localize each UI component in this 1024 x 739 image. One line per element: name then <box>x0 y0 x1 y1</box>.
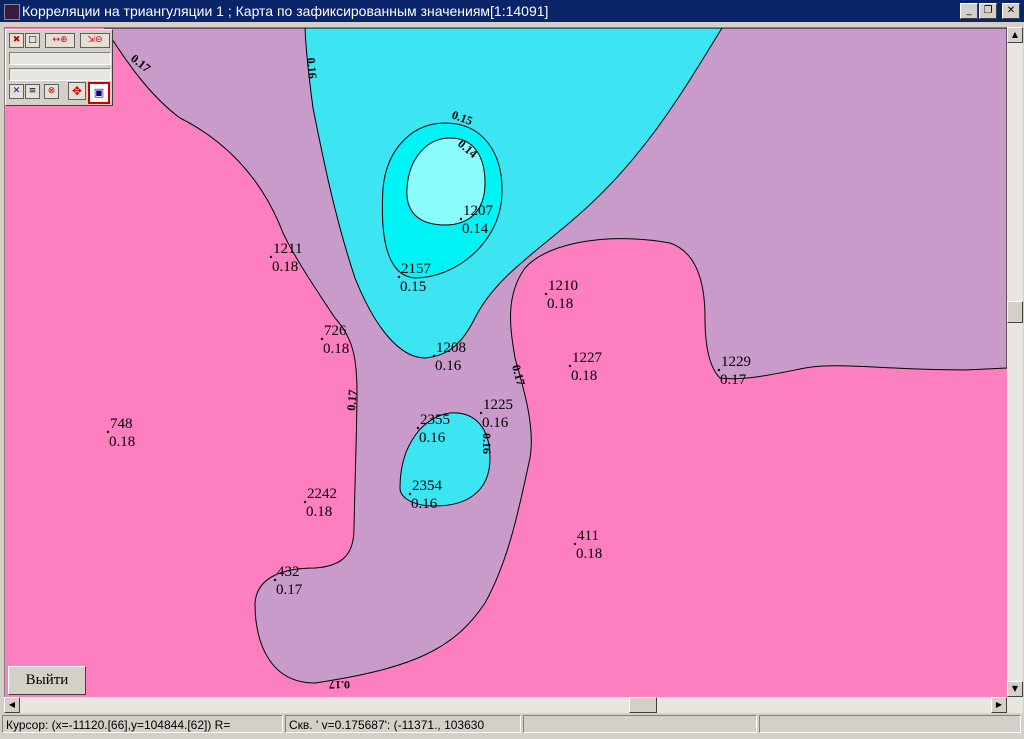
well-marker[interactable] <box>432 354 436 358</box>
well-marker[interactable] <box>544 292 548 296</box>
well-marker[interactable] <box>106 430 110 434</box>
well-value-label: 0.18 <box>571 368 597 384</box>
well-id-label: 1208 <box>436 340 466 356</box>
status-panel-3 <box>523 715 757 733</box>
well-id-label: 2355 <box>420 412 450 428</box>
pan-zoom-icon[interactable]: ↔⊕ <box>45 33 75 48</box>
scroll-left-icon[interactable]: ◀ <box>4 697 20 713</box>
close-small-icon[interactable]: ✕ <box>9 84 24 99</box>
contour-label: 0.16 <box>480 433 494 454</box>
well-id-label: 2354 <box>412 478 443 494</box>
toolbox-field-2[interactable] <box>9 68 111 81</box>
well-marker[interactable] <box>397 275 401 279</box>
contour-label: 0.17 <box>329 678 350 692</box>
well-value-label: 0.18 <box>576 546 602 562</box>
well-marker[interactable] <box>269 255 273 259</box>
well-value-label: 0.16 <box>482 415 509 431</box>
window-title: Корреляции на триангуляции 1 ; Карта по … <box>22 3 549 19</box>
well-id-label: 1229 <box>721 354 751 370</box>
app-icon <box>4 4 20 20</box>
target-icon[interactable]: ✥ <box>68 82 86 100</box>
well-id-label: 2157 <box>401 261 432 277</box>
contour-map-svg: 0.17 0.16 0.15 0.14 0.17 0.17 0.16 0.17 … <box>5 28 1007 697</box>
minimize-button[interactable]: _ <box>960 3 978 19</box>
title-bar: Корреляции на триангуляции 1 ; Карта по … <box>0 0 1024 22</box>
stop-icon[interactable]: ⊗ <box>44 84 59 99</box>
vertical-scrollbar[interactable]: ▲ ▼ <box>1007 27 1023 713</box>
well-value-label: 0.15 <box>400 279 426 295</box>
zoom-out-icon[interactable]: ⇲⊖ <box>80 33 110 48</box>
well-value-label: 0.17 <box>276 582 303 598</box>
exit-button[interactable]: Выйти <box>8 666 86 695</box>
scroll-up-icon[interactable]: ▲ <box>1007 27 1023 43</box>
well-id-label: 432 <box>277 564 300 580</box>
well-value-label: 0.18 <box>547 296 573 312</box>
well-value-label: 0.16 <box>435 358 462 374</box>
well-marker[interactable] <box>573 542 577 546</box>
well-marker[interactable] <box>717 368 721 372</box>
well-id-label: 1225 <box>483 397 513 413</box>
horizontal-scroll-thumb[interactable] <box>629 697 657 713</box>
restore-button[interactable]: ❐ <box>979 3 997 19</box>
well-id-label: 1207 <box>463 203 494 219</box>
status-panel-4 <box>759 715 1021 733</box>
well-marker[interactable] <box>303 500 307 504</box>
layers-icon[interactable]: ▣ <box>88 82 110 104</box>
status-cursor: Курсор: (x=-11120.[66],y=104844.[62]) R= <box>2 715 283 733</box>
contour-label: 0.16 <box>304 57 320 79</box>
well-value-label: 0.18 <box>272 259 298 275</box>
scroll-down-icon[interactable]: ▼ <box>1007 681 1023 697</box>
well-value-label: 0.16 <box>411 496 438 512</box>
status-well: Скв. ' v=0.175687': (-11371., 103630 <box>285 715 521 733</box>
frame-icon[interactable]: □ <box>25 33 40 48</box>
zoom-fit-icon[interactable]: ✖ <box>9 33 24 48</box>
well-marker[interactable] <box>416 426 420 430</box>
status-bar: Курсор: (x=-11120.[66],y=104844.[62]) R=… <box>0 714 1024 739</box>
horizontal-scrollbar[interactable]: ◀ ▶ <box>4 697 1007 713</box>
well-value-label: 0.18 <box>323 341 349 357</box>
scroll-right-icon[interactable]: ▶ <box>991 697 1007 713</box>
toolbox-field-1[interactable] <box>9 52 111 65</box>
well-value-label: 0.14 <box>462 221 489 237</box>
well-id-label: 1210 <box>548 278 578 294</box>
well-value-label: 0.18 <box>306 504 332 520</box>
contour-map[interactable]: 0.17 0.16 0.15 0.14 0.17 0.17 0.16 0.17 … <box>4 27 1008 698</box>
well-id-label: 748 <box>110 416 133 432</box>
well-id-label: 411 <box>577 528 599 544</box>
well-marker[interactable] <box>568 364 572 368</box>
well-marker[interactable] <box>273 578 277 582</box>
well-id-label: 726 <box>324 323 347 339</box>
map-toolbox: ✖ □ ↔⊕ ⇲⊖ ✕ ≡ ⊗ ✥ ▣ <box>5 29 113 106</box>
well-id-label: 2242 <box>307 486 337 502</box>
list-icon[interactable]: ≡ <box>25 84 40 99</box>
well-marker[interactable] <box>479 411 483 415</box>
well-value-label: 0.17 <box>720 372 747 388</box>
contour-label: 0.17 <box>344 389 360 411</box>
well-value-label: 0.16 <box>419 430 446 446</box>
well-marker[interactable] <box>408 492 412 496</box>
well-marker[interactable] <box>459 217 463 221</box>
well-id-label: 1227 <box>572 350 603 366</box>
close-button[interactable]: ✕ <box>1002 3 1020 19</box>
well-id-label: 1211 <box>273 241 302 257</box>
well-marker[interactable] <box>320 337 324 341</box>
well-value-label: 0.18 <box>109 434 135 450</box>
vertical-scroll-thumb[interactable] <box>1007 301 1023 323</box>
